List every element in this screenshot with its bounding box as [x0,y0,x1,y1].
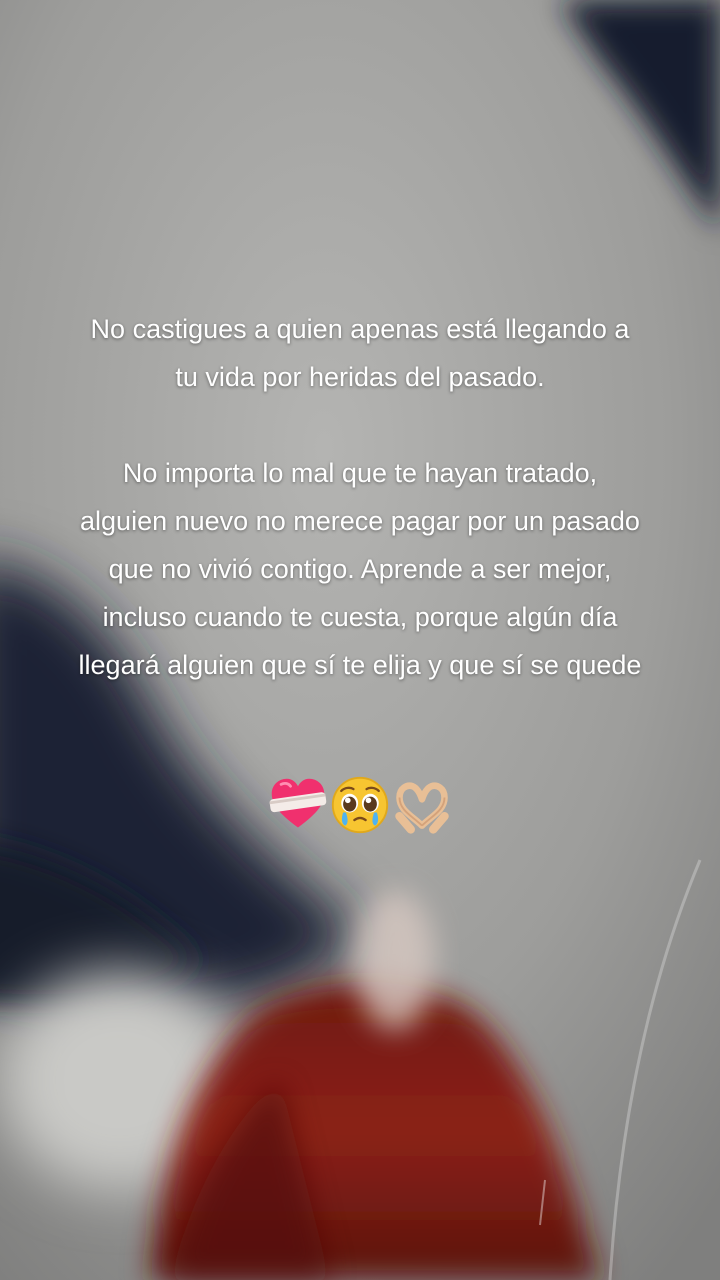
quote-paragraph-1: No castigues a quien apenas está llegand… [20,305,700,401]
mending-heart-icon [269,778,327,828]
emoji-row [0,773,720,837]
quote-line: No castigues a quien apenas está llegand… [90,314,630,344]
quote-line: tu vida por heridas del pasado. [175,362,545,392]
story-screen: No castigues a quien apenas está llegand… [0,0,720,1280]
quote-line: No importa lo mal que te hayan tratado, [122,458,598,488]
heart-hands-icon [395,782,449,834]
pleading-face-icon [331,776,389,834]
quote-line: que no vivió contigo. Aprende a ser mejo… [108,554,612,584]
quote-paragraph-2: No importa lo mal que te hayan tratado, … [20,449,700,689]
quote-line: incluso cuando te cuesta, porque algún d… [102,602,618,632]
quote-line: alguien nuevo no merece pagar por un pas… [80,506,640,536]
quote-line: llegará alguien que sí te elija y que sí… [78,650,642,680]
